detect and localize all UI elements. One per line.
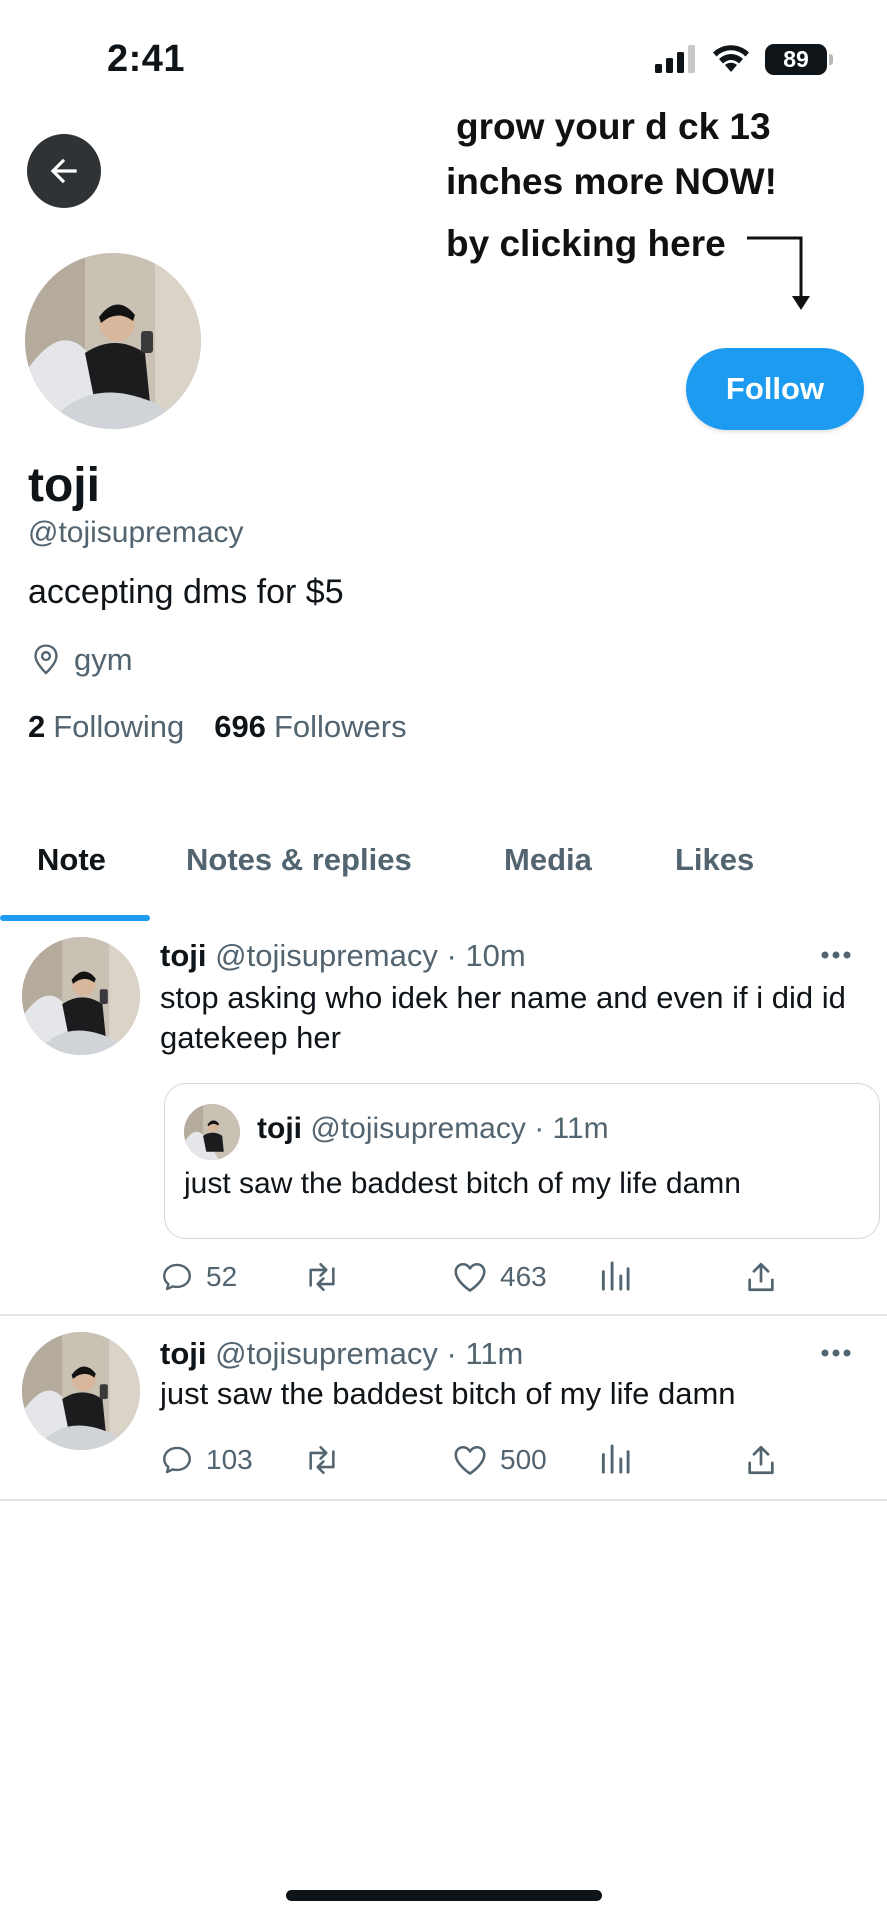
share-button[interactable] (745, 1443, 777, 1477)
profile-bio: accepting dms for $5 (28, 573, 344, 611)
reply-count: 52 (206, 1261, 238, 1292)
quote-header: toji @tojisupremacy · 11m (257, 1112, 609, 1146)
share-icon (748, 1445, 774, 1475)
quote-author-name: toji (257, 1112, 302, 1145)
like-count: 463 (500, 1261, 547, 1292)
tab-notes-replies[interactable]: Notes & replies (186, 842, 412, 878)
post-actions: 103 500 (160, 1443, 800, 1487)
promo-line-2: inches more NOW! (446, 161, 777, 202)
followers-count: 696 (214, 709, 266, 744)
follow-button[interactable]: Follow (686, 348, 864, 430)
cellular-signal-icon (655, 45, 695, 73)
avatar-photo (22, 1332, 140, 1450)
repost-icon (309, 1445, 335, 1475)
post-text: just saw the baddest bitch of my life da… (160, 1376, 736, 1411)
quote-avatar (184, 1104, 240, 1160)
post-header: toji @tojisupremacy · 11m (160, 1336, 523, 1372)
like-count: 500 (500, 1444, 547, 1475)
more-options-icon[interactable] (821, 950, 851, 960)
promo-line-3: by clicking here (446, 223, 726, 264)
follow-stats: 2 Following 696 Followers (28, 709, 407, 745)
quote-meta: @tojisupremacy · 11m (310, 1112, 609, 1145)
post-avatar[interactable] (22, 1332, 140, 1450)
following-count: 2 (28, 709, 46, 744)
following-link[interactable]: 2 Following (28, 709, 184, 745)
post-header: toji @tojisupremacy · 10m (160, 938, 526, 974)
post-avatar[interactable] (22, 937, 140, 1055)
profile-avatar[interactable] (22, 250, 204, 432)
status-bar: 2:41 89 (0, 0, 887, 110)
post-actions: 52 463 (160, 1260, 800, 1304)
share-icon (748, 1262, 774, 1292)
profile-display-name: toji (28, 459, 100, 512)
post-meta: @tojisupremacy · 10m (215, 938, 526, 973)
views-chart-icon (601, 1444, 630, 1474)
reply-button[interactable]: 103 (160, 1443, 253, 1477)
wifi-icon (713, 45, 749, 72)
post-text: stop asking who idek her name and even i… (160, 980, 846, 1055)
share-button[interactable] (745, 1260, 777, 1294)
reply-count: 103 (206, 1444, 253, 1475)
profile-handle: @tojisupremacy (28, 516, 244, 549)
tab-media[interactable]: Media (504, 842, 592, 878)
avatar-photo (22, 937, 140, 1055)
repost-button[interactable] (302, 1443, 342, 1477)
quoted-post[interactable]: toji @tojisupremacy · 11m just saw the b… (164, 1083, 880, 1239)
post-author-name[interactable]: toji (160, 1336, 207, 1371)
more-options-icon[interactable] (821, 1348, 851, 1358)
post-divider (0, 1499, 887, 1501)
reply-icon (163, 1446, 191, 1474)
following-label: Following (53, 709, 185, 744)
heart-icon (454, 1262, 486, 1292)
home-indicator[interactable] (286, 1890, 602, 1901)
arrow-left-icon (50, 158, 77, 184)
post-author-name[interactable]: toji (160, 938, 207, 973)
profile-tabs: Note Notes & replies Media Likes (0, 830, 887, 921)
reply-icon (163, 1263, 191, 1291)
tab-note[interactable]: Note (37, 842, 106, 878)
arrow-down-icon (747, 236, 810, 310)
repost-button[interactable] (302, 1260, 342, 1294)
post-meta: @tojisupremacy · 11m (215, 1336, 524, 1371)
promo-line-1: grow your d ck 13 (456, 106, 771, 147)
location-label: gym (74, 642, 133, 677)
followers-label: Followers (273, 709, 407, 744)
views-button[interactable] (600, 1443, 630, 1475)
post-item[interactable]: toji @tojisupremacy · 10m stop asking wh… (0, 921, 887, 1314)
status-time: 2:41 (107, 38, 186, 80)
views-chart-icon (601, 1261, 630, 1291)
quote-text: just saw the baddest bitch of my life da… (184, 1167, 741, 1200)
profile-location: gym (30, 642, 133, 678)
repost-icon (309, 1262, 335, 1292)
back-button[interactable] (27, 134, 101, 208)
avatar-photo (184, 1104, 240, 1160)
tab-likes[interactable]: Likes (675, 842, 754, 878)
views-button[interactable] (600, 1260, 630, 1292)
post-item[interactable]: toji @tojisupremacy · 11m just saw the b… (0, 1316, 887, 1499)
avatar-photo (25, 253, 201, 429)
battery-icon: 89 (765, 43, 833, 75)
status-icons: 89 (655, 42, 833, 76)
like-button[interactable]: 500 (452, 1443, 547, 1477)
location-pin-icon (34, 644, 58, 675)
like-button[interactable]: 463 (452, 1260, 547, 1294)
followers-link[interactable]: 696 Followers (214, 709, 406, 745)
profile-page: 2:41 89 grow your d ck 13 inches more NO… (0, 0, 887, 1920)
reply-button[interactable]: 52 (160, 1260, 237, 1294)
heart-icon (454, 1445, 486, 1475)
